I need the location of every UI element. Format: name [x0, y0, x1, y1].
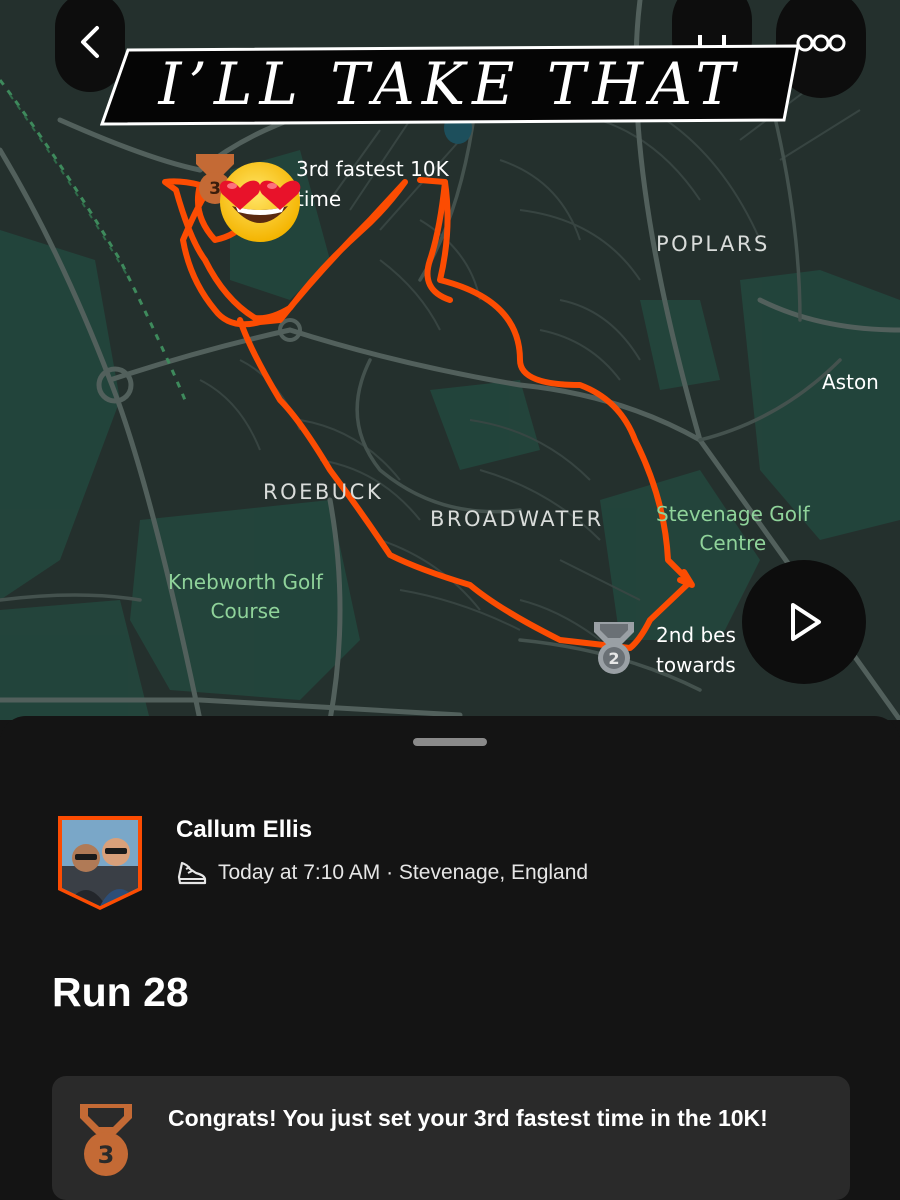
place-label-aston: Aston: [822, 370, 879, 394]
athlete-name[interactable]: Callum Ellis: [176, 816, 312, 844]
play-icon: [791, 603, 821, 641]
caption-banner-text: I’LL TAKE THAT: [158, 50, 742, 118]
activity-time-location: Today at 7:10 AM · Stevenage, England: [218, 861, 589, 884]
park-label-line: Course: [210, 599, 281, 623]
caption-banner: I’LL TAKE THAT: [100, 42, 800, 126]
segment-label-2nd-best[interactable]: 2nd bes towards: [656, 620, 736, 680]
district-label-roebuck: ROEBUCK: [263, 480, 384, 504]
segment-label-line: 3rd fastest 10K: [296, 157, 449, 181]
segment-label-line: towards: [656, 653, 736, 677]
athlete-avatar[interactable]: [58, 816, 142, 910]
park-label-line: Knebworth Golf: [168, 570, 323, 594]
more-dots-icon: [796, 34, 846, 52]
segment-label-line: 2nd bes: [656, 623, 736, 647]
achievement-message: Congrats! You just set your 3rd fastest …: [168, 1105, 768, 1131]
sheet-drag-handle[interactable]: [413, 738, 487, 746]
district-label-poplars: POPLARS: [656, 232, 770, 256]
heart-eyes-emoji-icon: [219, 162, 301, 242]
segment-label-3rd-fastest[interactable]: 3rd fastest 10K time: [296, 154, 449, 214]
activity-title: Run 28: [52, 969, 189, 1015]
segment-medal-rank: 2: [608, 649, 619, 668]
play-flyover-button[interactable]: [742, 560, 866, 684]
activity-meta: Today at 7:10 AM · Stevenage, England: [176, 859, 588, 887]
park-label-line: Centre: [699, 531, 767, 555]
achievement-card[interactable]: 3 Congrats! You just set your 3rd fastes…: [52, 1076, 850, 1200]
park-label-knebworth-golf: Knebworth Golf Course: [168, 568, 323, 626]
running-shoe-icon: [177, 861, 207, 885]
segment-label-line: time: [296, 187, 342, 211]
park-label-stevenage-golf: Stevenage Golf Centre: [656, 500, 810, 558]
park-label-line: Stevenage Golf: [656, 502, 810, 526]
bronze-medal-icon: 3: [80, 1104, 132, 1176]
activity-sheet[interactable]: Callum Ellis Today at 7:10 AM · Stevenag…: [0, 716, 900, 1200]
medal-rank: 3: [98, 1141, 115, 1169]
segment-medal-silver-icon[interactable]: 2: [590, 620, 638, 676]
district-label-broadwater: BROADWATER: [430, 507, 604, 531]
